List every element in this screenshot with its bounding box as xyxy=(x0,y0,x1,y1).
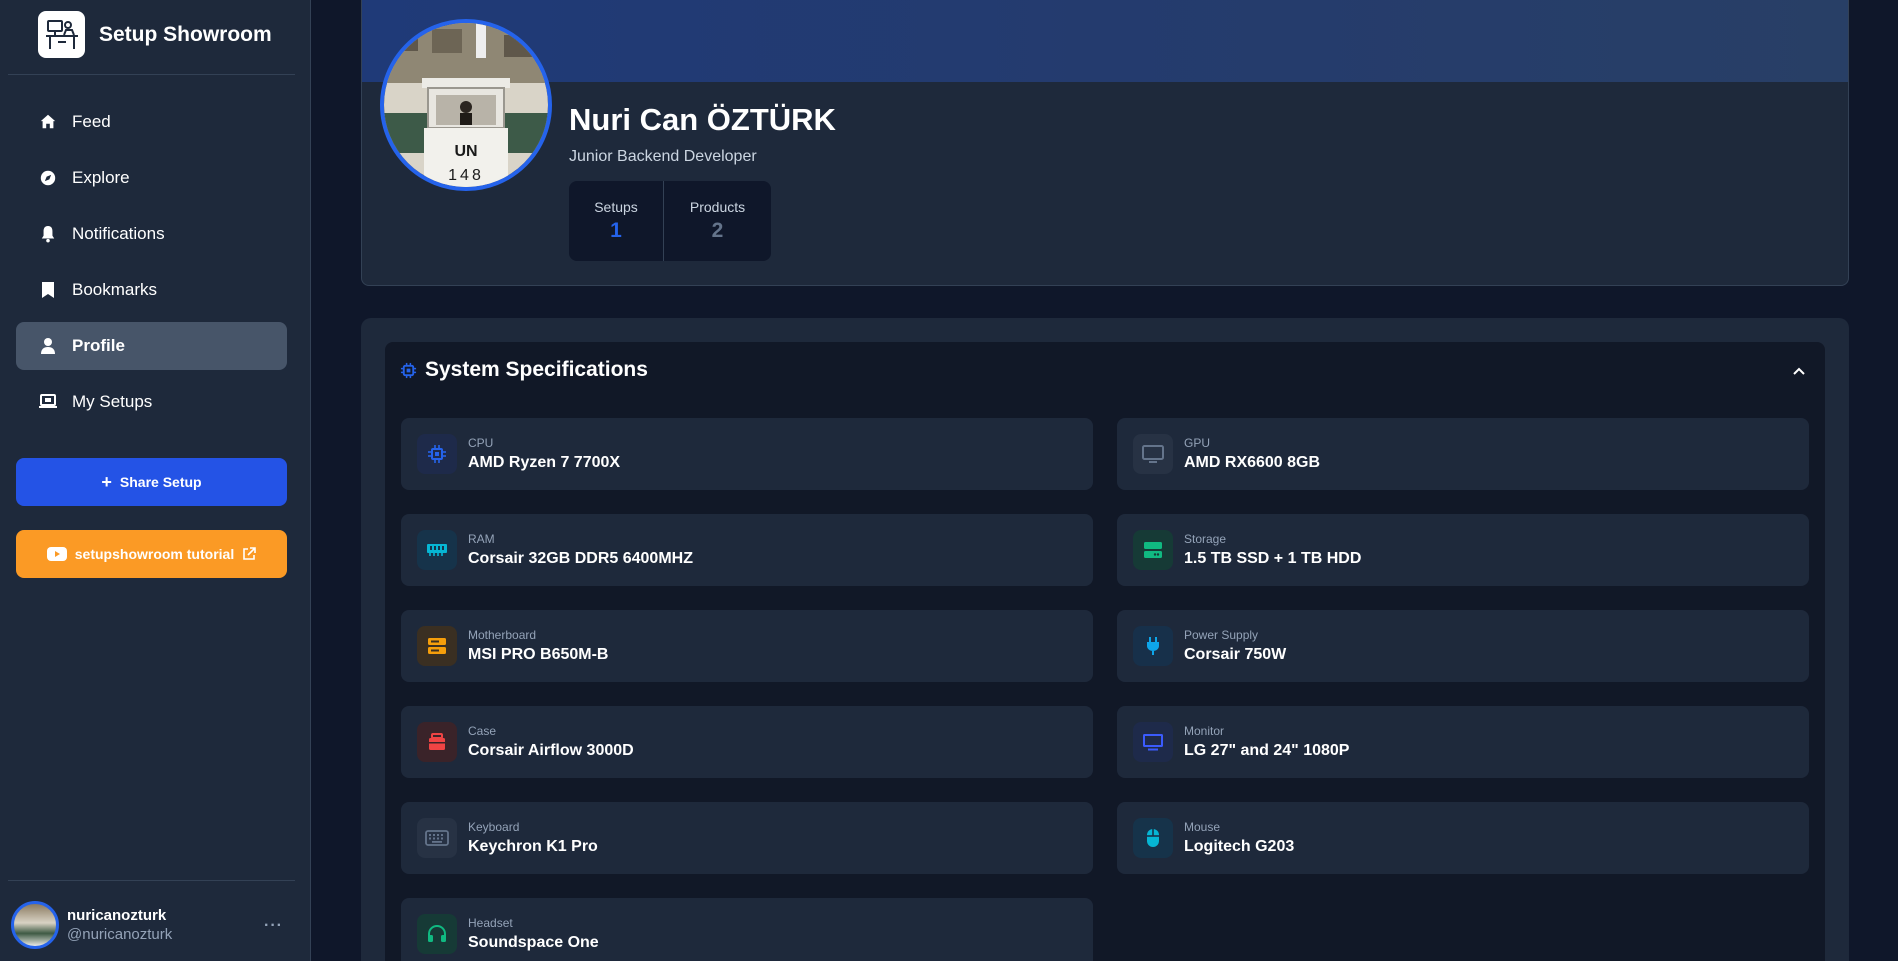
stat-label: Setups xyxy=(594,199,638,215)
nav-label: Notifications xyxy=(72,224,165,243)
gpu-icon xyxy=(1133,434,1173,474)
spec-label: RAM xyxy=(468,532,495,546)
compass-icon xyxy=(38,168,58,188)
spec-value: AMD Ryzen 7 7700X xyxy=(468,454,621,471)
cpu-icon xyxy=(417,434,457,474)
nav-label: Bookmarks xyxy=(72,280,158,299)
stat-label: Products xyxy=(689,199,746,215)
spec-value: 1.5 TB SSD + 1 TB HDD xyxy=(1184,550,1362,567)
spec-value: LG 27" and 24" 1080P xyxy=(1184,742,1350,759)
spec-card-motherboard: Motherboard MSI PRO B650M-B xyxy=(401,610,1093,682)
tutorial-label: setupshowroom tutorial xyxy=(74,546,235,562)
profile-name: Nuri Can ÖZTÜRK xyxy=(569,102,836,137)
keyboard-icon xyxy=(417,818,457,858)
spec-value: Soundspace One xyxy=(468,934,599,951)
spec-label: CPU xyxy=(468,436,494,450)
brand[interactable]: Setup Showroom xyxy=(38,11,272,58)
spec-label: Mouse xyxy=(1184,820,1221,834)
nav-item-my-setups[interactable]: My Setups xyxy=(16,378,287,426)
case-icon xyxy=(417,722,457,762)
spec-label: GPU xyxy=(1184,436,1211,450)
chevron-up-icon[interactable] xyxy=(1792,364,1806,383)
spec-card-case: Case Corsair Airflow 3000D xyxy=(401,706,1093,778)
motherboard-icon xyxy=(417,626,457,666)
spec-value: Logitech G203 xyxy=(1184,838,1295,855)
spec-value: Keychron K1 Pro xyxy=(468,838,598,855)
app-name: Setup Showroom xyxy=(99,22,272,46)
headset-icon xyxy=(417,914,457,954)
monitor-icon xyxy=(1133,722,1173,762)
spec-value: AMD RX6600 8GB xyxy=(1184,454,1321,471)
spec-value: MSI PRO B650M-B xyxy=(468,646,609,663)
nav-item-bookmarks[interactable]: Bookmarks xyxy=(16,266,287,314)
user-handle: @nuricanozturk xyxy=(67,926,173,943)
avatar xyxy=(11,901,59,949)
sidebar: Setup Showroom Feed Explore Notification… xyxy=(0,0,311,961)
storage-icon xyxy=(1133,530,1173,570)
bookmark-icon xyxy=(38,280,58,300)
mouse-icon xyxy=(1133,818,1173,858)
profile-role: Junior Backend Developer xyxy=(569,148,757,165)
main-nav: Feed Explore Notifications Bookmarks Pro… xyxy=(16,98,287,434)
stat-products[interactable]: Products 2 xyxy=(663,181,771,261)
youtube-icon xyxy=(46,547,67,561)
spec-label: Monitor xyxy=(1184,724,1225,738)
username: nuricanozturk xyxy=(67,907,167,924)
spec-label: Storage xyxy=(1184,532,1227,546)
more-options-icon[interactable]: ··· xyxy=(264,917,283,935)
spec-card-mouse: Mouse Logitech G203 xyxy=(1117,802,1809,874)
spec-card-keyboard: Keyboard Keychron K1 Pro xyxy=(401,802,1093,874)
share-setup-label: Share Setup xyxy=(119,474,202,490)
spec-card-ram: RAM Corsair 32GB DDR5 6400MHZ xyxy=(401,514,1093,586)
spec-card-cpu: CPU AMD Ryzen 7 7700X xyxy=(401,418,1093,490)
spec-label: Power Supply xyxy=(1184,628,1259,642)
plug-icon xyxy=(1133,626,1173,666)
stat-setups[interactable]: Setups 1 xyxy=(569,181,663,261)
nav-item-explore[interactable]: Explore xyxy=(16,154,287,202)
divider xyxy=(8,880,295,881)
external-link-icon xyxy=(242,547,257,561)
share-setup-button[interactable]: + Share Setup xyxy=(16,458,287,506)
spec-value: Corsair 32GB DDR5 6400MHZ xyxy=(468,550,693,567)
nav-label: My Setups xyxy=(72,392,153,411)
spec-card-headset: Headset Soundspace One xyxy=(401,898,1093,961)
nav-label: Profile xyxy=(72,336,125,355)
memory-icon xyxy=(417,530,457,570)
plus-icon: + xyxy=(101,472,112,492)
spec-card-power-supply: Power Supply Corsair 750W xyxy=(1117,610,1809,682)
nav-item-profile[interactable]: Profile xyxy=(16,322,287,370)
spec-value: Corsair 750W xyxy=(1184,646,1287,663)
spec-card-gpu: GPU AMD RX6600 8GB xyxy=(1117,418,1809,490)
stat-value: 1 xyxy=(610,219,622,242)
profile-avatar[interactable]: UN 148 xyxy=(380,19,552,191)
tutorial-button[interactable]: setupshowroom tutorial xyxy=(16,530,287,578)
setup-logo-icon xyxy=(38,11,85,58)
spec-label: Keyboard xyxy=(468,820,520,834)
avatar-number-text: 148 xyxy=(448,167,484,184)
spec-label: Motherboard xyxy=(468,628,537,642)
nav-label: Feed xyxy=(72,112,111,131)
nav-label: Explore xyxy=(72,168,130,187)
specs-header: System Specifications xyxy=(400,358,648,382)
stat-value: 2 xyxy=(711,219,724,242)
avatar-sign-text: UN xyxy=(454,143,477,160)
cover-banner xyxy=(362,0,1848,82)
laptop-icon xyxy=(38,392,58,412)
spec-label: Headset xyxy=(468,916,513,930)
chip-icon xyxy=(400,362,417,379)
spec-card-monitor: Monitor LG 27" and 24" 1080P xyxy=(1117,706,1809,778)
current-user[interactable]: nuricanozturk @nuricanozturk xyxy=(11,901,172,949)
home-icon xyxy=(38,112,58,132)
nav-item-feed[interactable]: Feed xyxy=(16,98,287,146)
bell-icon xyxy=(38,224,58,244)
spec-label: Case xyxy=(468,724,497,738)
user-icon xyxy=(38,336,58,356)
specs-title: System Specifications xyxy=(425,358,648,381)
spec-value: Corsair Airflow 3000D xyxy=(468,742,634,759)
spec-card-storage: Storage 1.5 TB SSD + 1 TB HDD xyxy=(1117,514,1809,586)
profile-stats: Setups 1 Products 2 xyxy=(569,181,771,261)
nav-item-notifications[interactable]: Notifications xyxy=(16,210,287,258)
divider xyxy=(8,74,295,75)
